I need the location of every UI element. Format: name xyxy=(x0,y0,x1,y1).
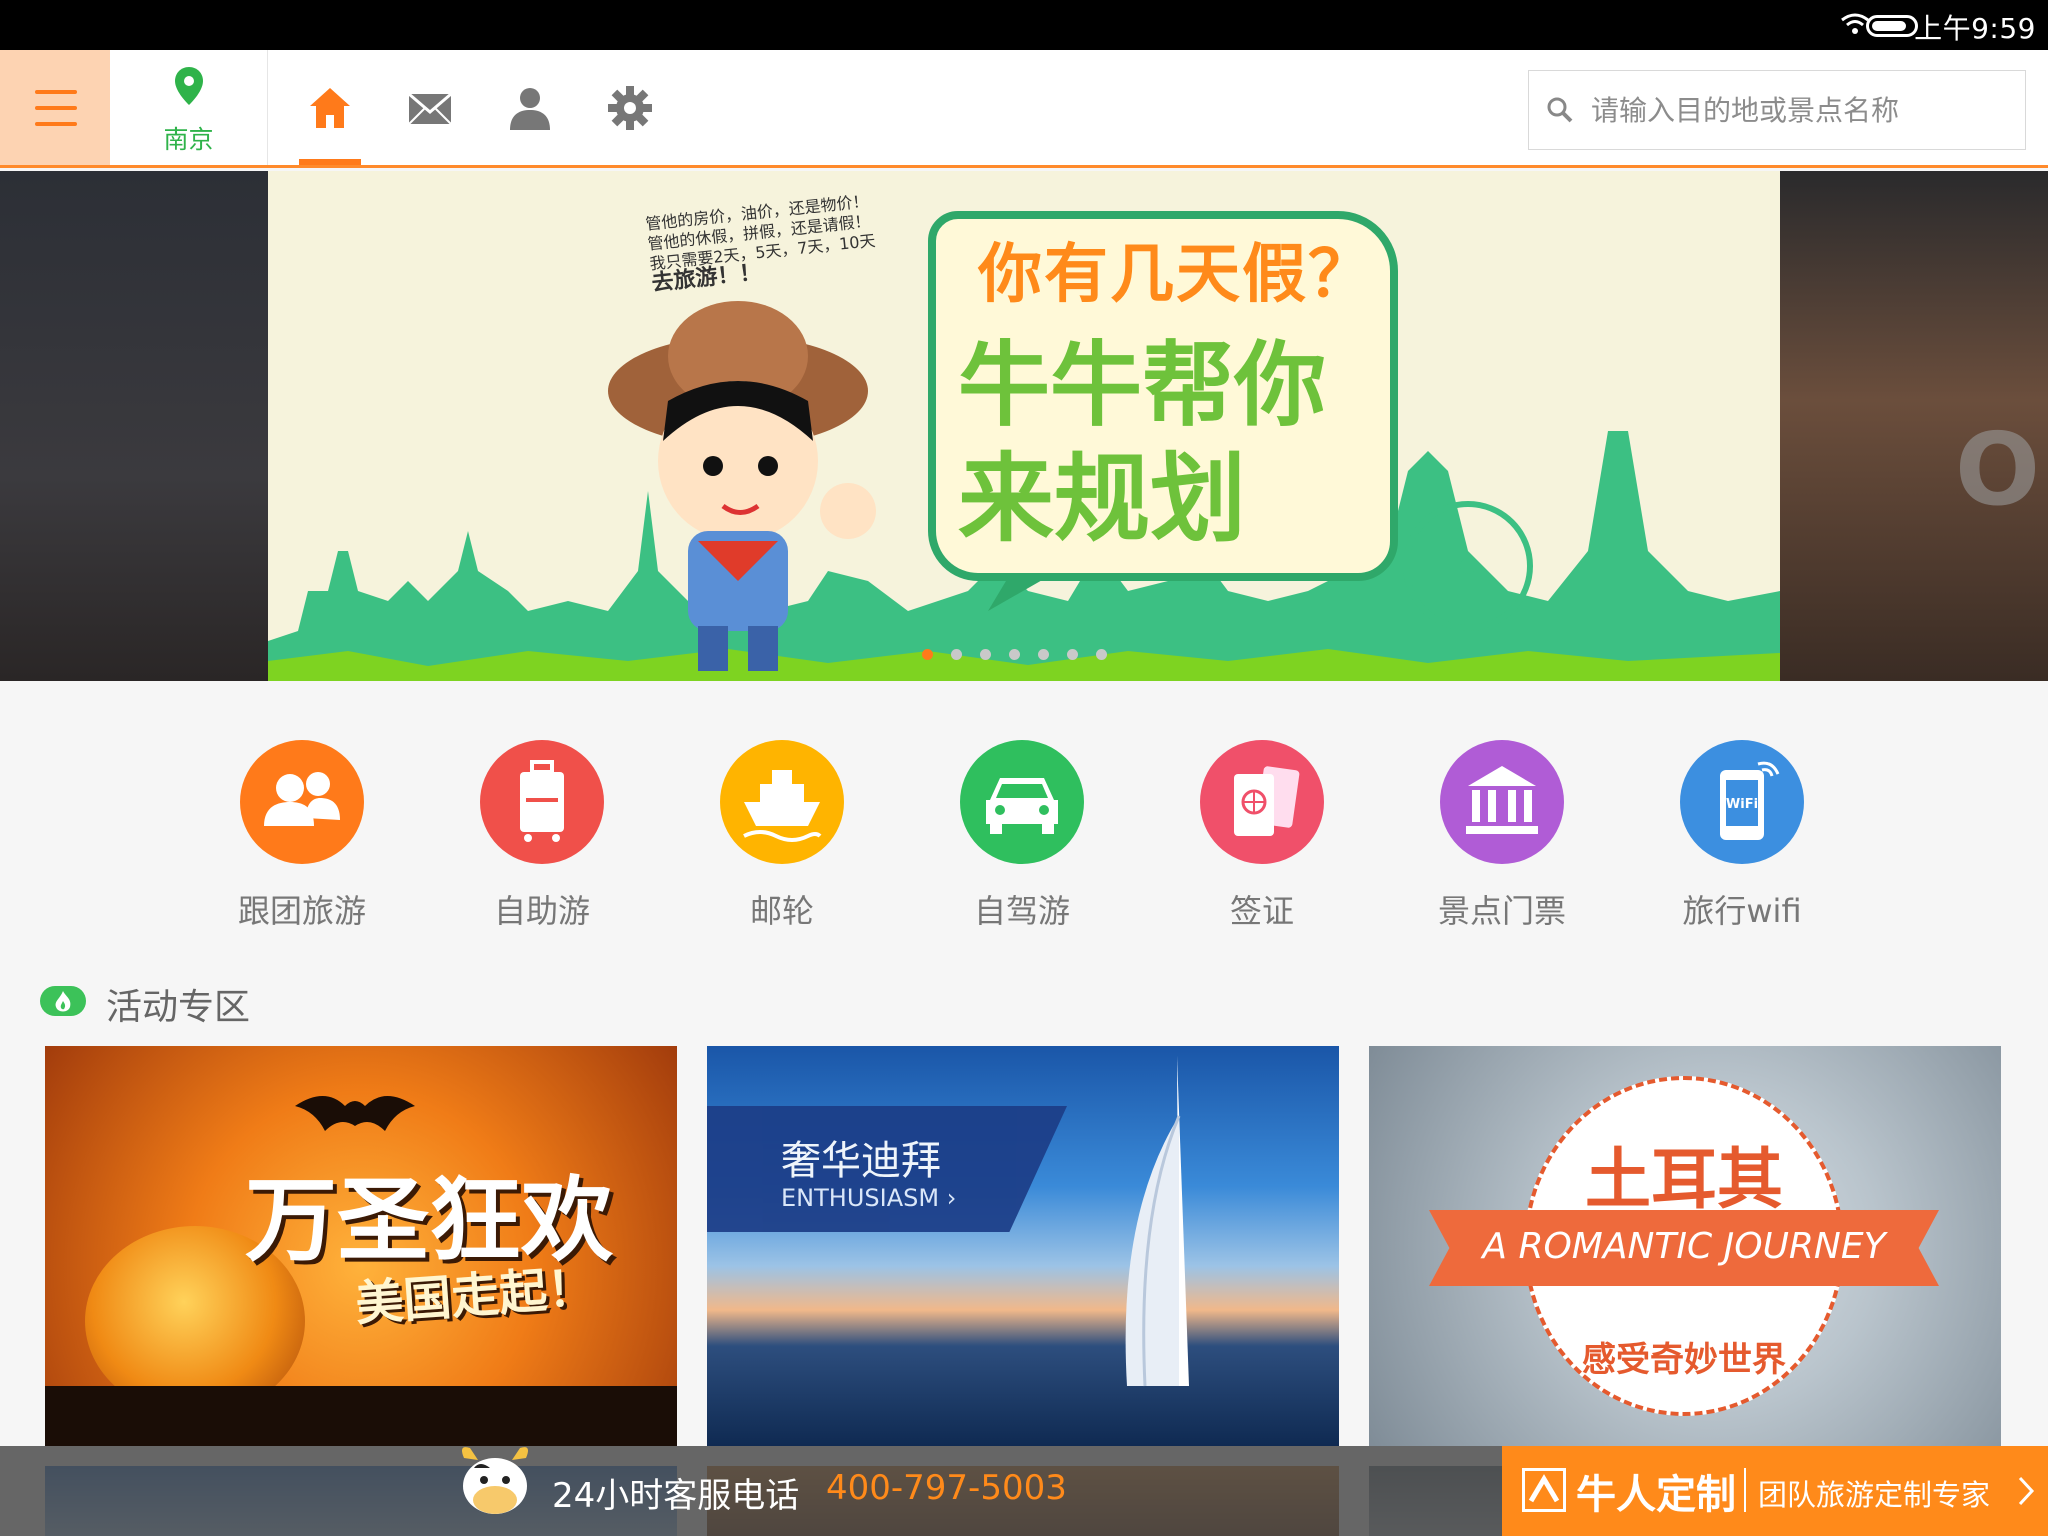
banner-headline: 你有几天假？ xyxy=(978,238,1374,312)
menu-button[interactable] xyxy=(0,50,110,165)
group-icon xyxy=(240,740,364,864)
custom-tour-slogan: 团队旅游定制专家 xyxy=(1758,1478,1991,1512)
carousel-dot[interactable] xyxy=(951,649,962,660)
search-input[interactable] xyxy=(1591,85,2011,135)
dubai-title: 奢华迪拜 xyxy=(781,1138,941,1184)
category-label: 旅行wifi xyxy=(1682,892,1802,930)
wifi-phone-icon: WiFi xyxy=(1680,740,1804,864)
service-hotline-label: 24小时客服电话 xyxy=(552,1476,800,1516)
category-visa[interactable]: 签证 xyxy=(1172,740,1352,932)
banner-next-slide[interactable]: O xyxy=(1780,171,2048,681)
app-header: 南京 xyxy=(0,50,2048,168)
bat-icon xyxy=(295,1096,415,1131)
status-time: 上午9:59 xyxy=(1914,12,2036,45)
location-pin-icon xyxy=(175,67,203,105)
search-icon xyxy=(1547,97,1573,123)
category-self-drive[interactable]: 自驾游 xyxy=(932,740,1112,932)
carousel-dot[interactable] xyxy=(1067,649,1078,660)
category-cruise[interactable]: 邮轮 xyxy=(692,740,872,932)
status-bar: 上午9:59 xyxy=(0,0,2048,50)
banner-subheadline-2: 来规划 xyxy=(958,443,1246,555)
promo-card-halloween[interactable]: 万圣狂欢 美国走起！ xyxy=(45,1046,677,1446)
category-group-tour[interactable]: 跟团旅游 xyxy=(212,740,392,932)
category-tickets[interactable]: 景点门票 xyxy=(1412,740,1592,932)
city-label: 南京 xyxy=(163,125,214,154)
dubai-subtitle: ENTHUSIASM › xyxy=(781,1184,957,1212)
turkey-ribbon: A ROMANTIC JOURNEY xyxy=(1429,1210,1939,1286)
banner-prev-slide[interactable] xyxy=(0,171,268,681)
category-wifi[interactable]: WiFi 旅行wifi xyxy=(1652,740,1832,932)
promo-card-turkey[interactable]: 土耳其 感受奇妙世界 A ROMANTIC JOURNEY xyxy=(1369,1046,2001,1446)
burj-al-arab-illustration xyxy=(1125,1056,1189,1387)
carousel-dot[interactable] xyxy=(980,649,991,660)
grass-silhouette xyxy=(45,1386,677,1446)
category-label: 跟团旅游 xyxy=(237,892,366,930)
carousel-dot[interactable] xyxy=(1038,649,1049,660)
dubai-ribbon: 奢华迪拜 ENTHUSIASM › xyxy=(707,1106,1067,1232)
category-label: 景点门票 xyxy=(1437,892,1566,930)
turkey-subtitle: 感受奇妙世界 xyxy=(1582,1340,1786,1380)
custom-tour-name: 牛人定制 xyxy=(1576,1472,1736,1518)
cow-mascot-icon xyxy=(462,1447,528,1514)
active-tab-indicator xyxy=(299,159,361,165)
search-box[interactable] xyxy=(1528,70,2026,150)
gear-icon[interactable] xyxy=(606,84,654,132)
promo-card-dubai[interactable]: 奢华迪拜 ENTHUSIASM › xyxy=(707,1046,1339,1446)
svg-text:WiFi: WiFi xyxy=(1726,797,1758,812)
service-phone-number[interactable]: 400-797-5003 xyxy=(826,1468,1067,1508)
carousel-dot[interactable] xyxy=(1096,649,1107,660)
banner-carousel[interactable]: O 管他的房价，油价，还是物价！ 管他的休假，拼假，还是请假！ 我只需要2天，5… xyxy=(0,171,2048,681)
luggage-icon xyxy=(480,740,604,864)
chevron-right-icon: › xyxy=(946,1184,957,1212)
location-selector[interactable]: 南京 xyxy=(110,50,268,165)
custom-logo-icon xyxy=(1522,1468,1566,1512)
home-icon[interactable] xyxy=(306,84,354,132)
category-label: 邮轮 xyxy=(749,892,814,930)
car-icon xyxy=(960,740,1084,864)
banner-slide[interactable]: 管他的房价，油价，还是物价！ 管他的休假，拼假，还是请假！ 我只需要2天，5天，… xyxy=(268,171,1780,681)
turkey-ribbon-text: A ROMANTIC JOURNEY xyxy=(1482,1226,1886,1267)
carousel-dot[interactable] xyxy=(1009,649,1020,660)
category-self-guided[interactable]: 自助游 xyxy=(452,740,632,932)
fire-icon xyxy=(40,986,86,1016)
passport-icon xyxy=(1200,740,1324,864)
category-label: 自助游 xyxy=(493,892,590,930)
museum-icon xyxy=(1440,740,1564,864)
ship-icon xyxy=(720,740,844,864)
divider xyxy=(1744,1468,1746,1512)
turkey-title: 土耳其 xyxy=(1585,1141,1783,1218)
user-icon[interactable] xyxy=(506,84,554,132)
bottom-service-bar: 24小时客服电话 400-797-5003 牛人定制 团队旅游定制专家 xyxy=(0,1446,2048,1536)
carousel-dots[interactable] xyxy=(922,649,1107,660)
battery-icon xyxy=(1866,15,1918,37)
mail-icon[interactable] xyxy=(406,84,454,132)
carousel-dot[interactable] xyxy=(922,649,933,660)
section-title: 活动专区 xyxy=(106,987,251,1028)
category-label: 自驾游 xyxy=(973,892,1070,930)
chevron-right-icon xyxy=(2018,1476,2035,1506)
custom-tour-button[interactable]: 牛人定制 团队旅游定制专家 xyxy=(1502,1446,2048,1536)
category-label: 签证 xyxy=(1229,892,1294,930)
